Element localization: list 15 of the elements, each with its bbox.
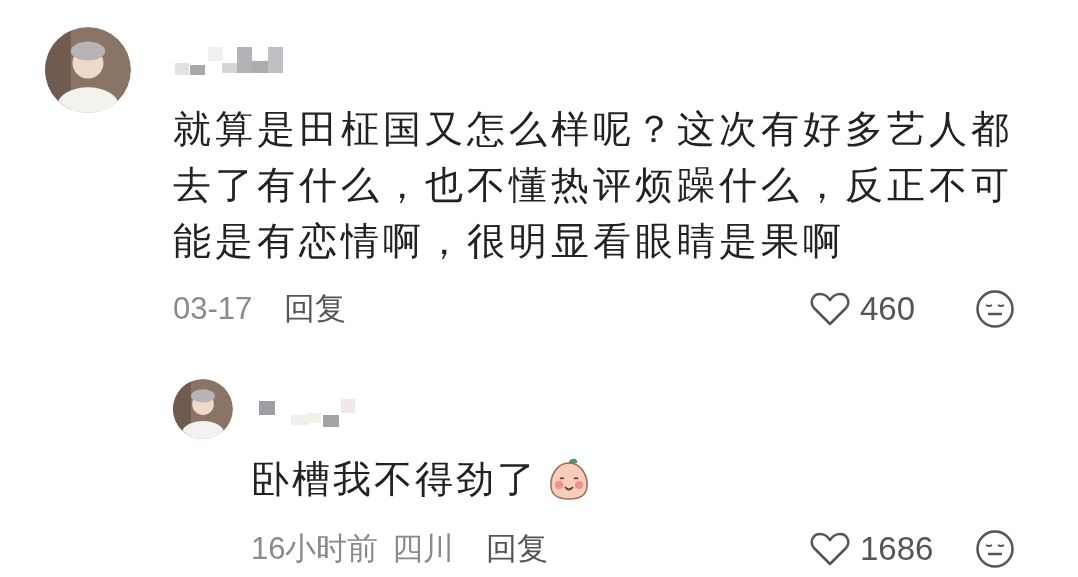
avatar[interactable]: [45, 27, 131, 113]
like-count: 460: [860, 289, 916, 330]
avatar[interactable]: [173, 379, 233, 439]
comment-time: 03-17: [173, 289, 253, 328]
heart-icon[interactable]: [810, 292, 850, 326]
comment-location: 四川: [392, 529, 455, 568]
expressionless-face-icon[interactable]: [975, 529, 1015, 569]
reply-link[interactable]: 回复: [486, 525, 549, 573]
comment-time: 16小时前: [251, 529, 379, 568]
comment-text: 就算是田柾国又怎么样呢？这次有好多艺人都去了有什么，也不懂热评烦躁什么，反正不可能是有恋情啊，很明显看眼睛是果啊: [173, 107, 1014, 264]
like-count: 1686: [860, 529, 934, 570]
reply-link[interactable]: 回复: [284, 285, 347, 333]
expressionless-face-icon[interactable]: [975, 289, 1015, 329]
reply-text: 卧槽我不得劲了: [251, 457, 538, 502]
heart-icon[interactable]: [810, 532, 850, 566]
